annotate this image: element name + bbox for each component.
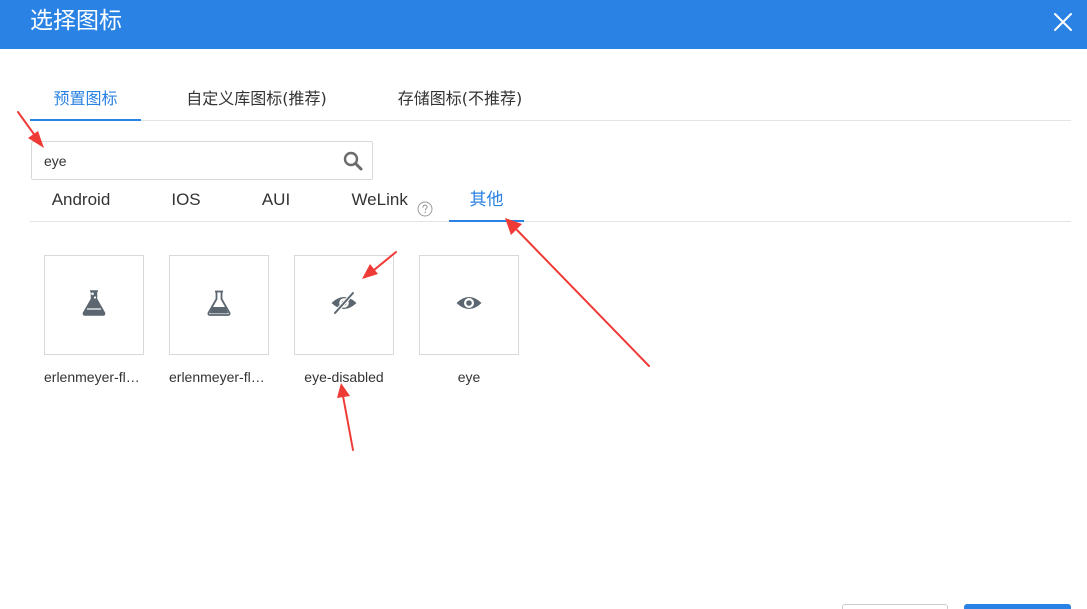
search-input[interactable] <box>32 142 332 179</box>
annotation-arrow-eye-disabled-label <box>337 383 354 451</box>
subtab-aui[interactable]: AUI <box>252 181 300 222</box>
icon-label: erlenmeyer-flask-bubbles <box>44 369 144 385</box>
icon-preview <box>419 255 519 355</box>
icon-category-tabs: Android IOS AUI WeLink 其他 <box>30 181 1071 222</box>
subtab-label: WeLink <box>351 190 408 209</box>
eye-icon <box>455 289 483 322</box>
icon-preview <box>294 255 394 355</box>
tab-label: 自定义库图标(推荐) <box>186 89 327 108</box>
close-icon[interactable] <box>1051 10 1075 34</box>
question-circle-icon[interactable] <box>417 193 433 217</box>
icon-card-eye[interactable]: eye <box>419 255 519 385</box>
subtab-welink[interactable]: WeLink <box>346 181 438 222</box>
subtab-ios[interactable]: IOS <box>160 181 212 222</box>
annotation-arrow-other-tab <box>505 218 650 367</box>
erlenmeyer-flask-icon <box>205 289 233 322</box>
icon-preview <box>44 255 144 355</box>
icon-label: eye <box>457 369 481 385</box>
eye-disabled-icon <box>330 289 358 322</box>
confirm-button[interactable] <box>964 604 1071 609</box>
subtab-label: Android <box>51 190 111 209</box>
icon-card-erlenmeyer-flask-bubbles[interactable]: erlenmeyer-flask-bubbles <box>44 255 144 385</box>
dialog-header: 选择图标 <box>0 0 1087 49</box>
icon-card-erlenmeyer-flask[interactable]: erlenmeyer-flask <box>169 255 269 385</box>
icon-label: eye-disabled <box>304 369 384 385</box>
tab-preset-icons[interactable]: 预置图标 <box>30 78 141 121</box>
dialog-title: 选择图标 <box>30 8 122 34</box>
subtab-android[interactable]: Android <box>40 181 122 222</box>
subtab-label: IOS <box>171 190 201 209</box>
search-box <box>31 141 373 180</box>
icon-preview <box>169 255 269 355</box>
cancel-button[interactable] <box>842 604 948 609</box>
search-icon[interactable] <box>343 151 363 171</box>
icon-label: erlenmeyer-flask <box>169 369 269 385</box>
tab-storage-icons[interactable]: 存储图标(不推荐) <box>392 78 528 121</box>
tab-label: 存储图标(不推荐) <box>397 89 523 108</box>
icon-source-tabs: 预置图标 自定义库图标(推荐) 存储图标(不推荐) <box>30 78 1071 121</box>
tab-label: 预置图标 <box>53 89 118 108</box>
subtab-other[interactable]: 其他 <box>449 181 524 222</box>
icon-card-eye-disabled[interactable]: eye-disabled <box>294 255 394 385</box>
tab-custom-library-icons[interactable]: 自定义库图标(推荐) <box>181 78 332 121</box>
erlenmeyer-flask-bubbles-icon <box>80 289 108 322</box>
subtab-label: AUI <box>261 190 291 209</box>
subtab-label: 其他 <box>469 190 504 209</box>
